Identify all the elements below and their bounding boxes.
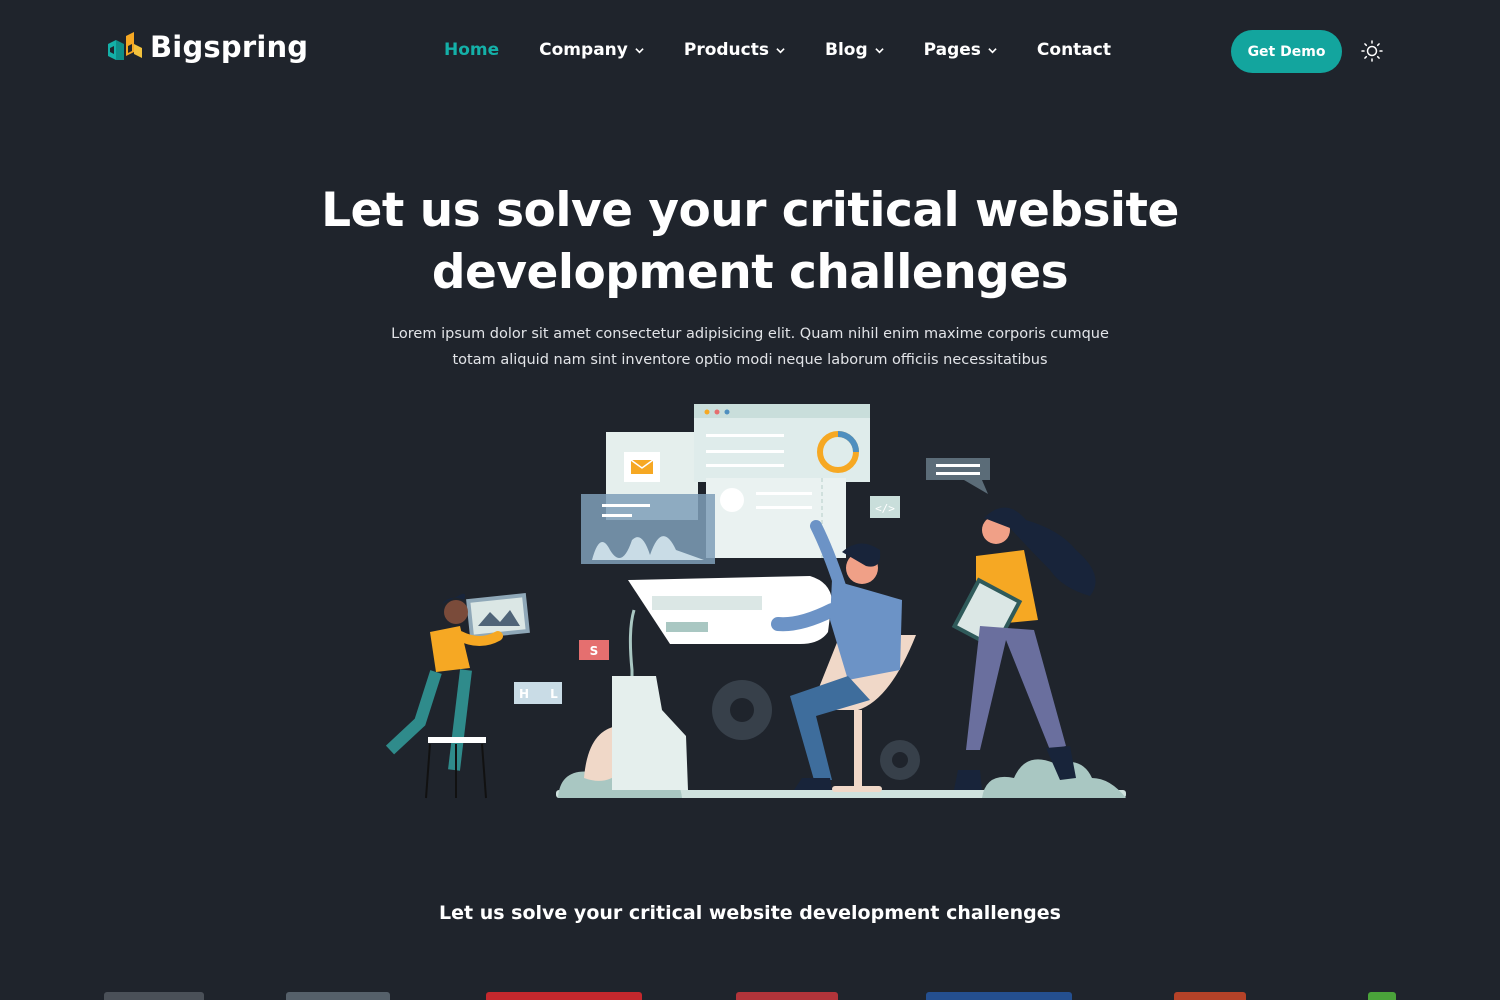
client-logo <box>104 992 204 1000</box>
nav-item-label: Contact <box>1036 40 1111 60</box>
sun-icon[interactable] <box>1361 40 1383 62</box>
nav-item-label: Company <box>539 40 628 60</box>
brand-logo[interactable]: Bigspring <box>106 30 308 64</box>
clients-title: Let us solve your critical website devel… <box>439 902 1061 924</box>
nav-item-label: Blog <box>824 40 868 60</box>
hero-subtitle: Lorem ipsum dolor sit amet consectetur a… <box>380 321 1120 373</box>
main-nav: Home Company Products Blog Pages Contact <box>444 40 1151 60</box>
nav-item-blog[interactable]: Blog <box>825 40 884 60</box>
nav-item-pages[interactable]: Pages <box>924 40 997 60</box>
hero-subtitle-line: totam aliquid nam sint inventore optio m… <box>452 352 1048 368</box>
client-logos <box>0 988 1500 1000</box>
nav-item-label: Home <box>444 40 500 60</box>
nav-item-home[interactable]: Home <box>444 40 499 60</box>
team-web-development-illustration: </> S H L <box>385 404 1126 799</box>
hero-title-line: Let us solve your critical website <box>321 183 1179 238</box>
chevron-down-icon <box>988 47 997 53</box>
client-logo <box>486 992 642 1000</box>
chevron-down-icon <box>874 47 884 53</box>
nav-item-label: Pages <box>923 40 981 60</box>
hero-title-line: development challenges <box>431 245 1069 300</box>
tile-l-label: L <box>550 687 558 701</box>
brand-name: Bigspring <box>150 30 309 64</box>
tile-h-label: H <box>519 687 529 701</box>
client-logo <box>926 992 1072 1000</box>
client-logo <box>1368 992 1396 1000</box>
chevron-down-icon <box>635 47 644 53</box>
client-logo <box>1174 992 1246 1000</box>
client-logo <box>736 992 838 1000</box>
nav-item-contact[interactable]: Contact <box>1037 40 1111 60</box>
get-demo-button[interactable]: Get Demo <box>1231 30 1342 73</box>
bigspring-logo-icon <box>108 32 142 60</box>
nav-item-products[interactable]: Products <box>684 40 785 60</box>
nav-item-label: Products <box>683 40 769 60</box>
code-tag-label: </> <box>875 502 895 515</box>
nav-item-company[interactable]: Company <box>539 40 644 60</box>
hero-subtitle-line: Lorem ipsum dolor sit amet consectetur a… <box>391 326 1109 342</box>
client-logo <box>286 992 390 1000</box>
chevron-down-icon <box>776 47 785 53</box>
hero-title: Let us solve your critical website devel… <box>300 180 1200 304</box>
tile-s-label: S <box>590 644 599 658</box>
